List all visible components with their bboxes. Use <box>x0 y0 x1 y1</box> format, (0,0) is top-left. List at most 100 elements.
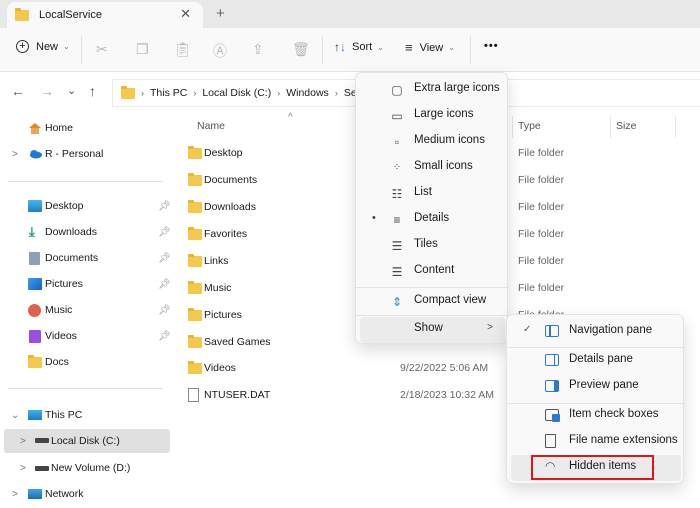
sidebar-item-home[interactable]: Home <box>0 116 172 140</box>
file-name: Links <box>204 255 229 267</box>
file-name: NTUSER.DAT <box>204 389 271 401</box>
menu-separator <box>356 287 509 288</box>
column-divider[interactable] <box>610 116 611 138</box>
pin-icon[interactable]: 📌︎ <box>158 305 171 316</box>
pin-icon[interactable]: 📌︎ <box>158 201 171 212</box>
pin-icon[interactable]: 📌︎ <box>158 279 171 290</box>
menu-item-compact-view[interactable]: ⇕ Compact view <box>360 289 505 315</box>
back-button[interactable]: ← <box>11 84 25 98</box>
breadcrumb-windows[interactable]: Windows <box>286 87 329 99</box>
tab-localservice[interactable]: LocalService ✕ <box>7 2 203 28</box>
recent-locations-button[interactable]: ⌄ <box>67 84 76 98</box>
file-name: Favorites <box>204 228 248 240</box>
pin-icon[interactable]: 📌︎ <box>158 253 171 264</box>
cut-icon[interactable]: ✂ <box>96 41 108 58</box>
new-tab-button[interactable]: + <box>216 6 225 21</box>
up-button[interactable]: ↑ <box>89 84 96 98</box>
menu-item-medium-icons[interactable]: ▫ Medium icons <box>360 129 505 155</box>
view-menu: ▢ Extra large icons ▭ Large icons ▫ Medi… <box>355 72 509 344</box>
sidebar-label: Documents <box>45 252 99 264</box>
close-tab-icon[interactable]: ✕ <box>180 7 191 21</box>
folder-icon <box>188 173 202 186</box>
new-button[interactable]: + New ⌄ <box>16 40 70 53</box>
column-divider[interactable] <box>512 116 513 138</box>
menu-item-show[interactable]: Show > <box>360 317 505 343</box>
menu-item-label: List <box>414 186 432 198</box>
sidebar-item-pictures[interactable]: Pictures 📌︎ <box>0 272 172 296</box>
breadcrumb-this-pc[interactable]: This PC <box>150 87 187 99</box>
selected-bullet-icon: • <box>372 212 376 224</box>
sidebar-item-docs[interactable]: Docs <box>0 350 172 374</box>
chevron-right-icon: › <box>334 88 338 98</box>
sidebar-item-this-pc[interactable]: ⌄ This PC <box>0 403 172 427</box>
chevron-right-icon[interactable]: > <box>20 436 26 447</box>
menu-item-label: Preview pane <box>569 379 639 391</box>
column-header-type[interactable]: Type <box>518 120 541 132</box>
sidebar-item-documents[interactable]: Documents 📌︎ <box>0 246 172 270</box>
menu-item-details[interactable]: • ≡ Details <box>360 207 505 233</box>
file-name: Pictures <box>204 309 242 321</box>
menu-item-large-icons[interactable]: ▭ Large icons <box>360 103 505 129</box>
sort-ascending-icon: ^ <box>288 112 293 123</box>
checkmark-icon: ✓ <box>523 324 532 335</box>
file-type: File folder <box>518 255 565 267</box>
file-name-extensions-icon <box>545 434 556 448</box>
menu-item-navigation-pane[interactable]: ✓ Navigation pane <box>511 319 681 345</box>
sidebar-item-videos[interactable]: Videos 📌︎ <box>0 324 172 348</box>
chevron-right-icon: › <box>277 88 281 98</box>
copy-icon[interactable]: ❐ <box>136 41 149 58</box>
menu-item-extra-large-icons[interactable]: ▢ Extra large icons <box>360 77 505 103</box>
breadcrumb-local-disk[interactable]: Local Disk (C:) <box>202 87 271 99</box>
sidebar-item-downloads[interactable]: ⤓ Downloads 📌︎ <box>0 220 172 244</box>
file-type: File folder <box>518 228 565 240</box>
delete-icon[interactable]: 🗑︎ <box>292 41 310 58</box>
more-options-button[interactable]: ••• <box>484 40 499 52</box>
menu-item-preview-pane[interactable]: Preview pane <box>511 374 681 400</box>
divider <box>322 36 323 64</box>
menu-item-label: File name extensions <box>569 434 678 446</box>
chevron-down-icon: ⌄ <box>448 43 455 52</box>
menu-item-tiles[interactable]: ☰ Tiles <box>360 233 505 259</box>
folder-icon <box>15 7 29 21</box>
menu-item-small-icons[interactable]: ⁘ Small icons <box>360 155 505 181</box>
sidebar-item-music[interactable]: Music 📌︎ <box>0 298 172 322</box>
column-header-size[interactable]: Size <box>616 120 636 132</box>
folder-icon <box>28 355 42 369</box>
menu-separator <box>356 315 509 316</box>
view-button[interactable]: ≡ View ⌄ <box>405 40 455 55</box>
sidebar-label: Pictures <box>45 278 83 290</box>
chevron-right-icon[interactable]: > <box>20 463 26 474</box>
navigation-pane-icon <box>545 325 559 337</box>
column-divider[interactable] <box>675 116 676 138</box>
sidebar-item-network[interactable]: > Network <box>0 482 172 506</box>
menu-item-item-check-boxes[interactable]: Item check boxes <box>511 403 681 429</box>
paste-icon[interactable]: 📋︎ <box>174 41 192 58</box>
folder-icon <box>188 227 202 240</box>
sidebar-label: New Volume (D:) <box>51 462 131 474</box>
menu-item-details-pane[interactable]: Details pane <box>511 348 681 374</box>
documents-icon <box>29 251 40 265</box>
chevron-down-icon[interactable]: ⌄ <box>11 410 19 421</box>
menu-item-label: Small icons <box>414 160 473 172</box>
chevron-right-icon[interactable]: > <box>12 149 18 160</box>
column-header-name[interactable]: Name <box>197 120 225 132</box>
chevron-right-icon[interactable]: > <box>12 489 18 500</box>
chevron-down-icon: ⌄ <box>377 42 384 52</box>
sidebar-item-local-disk-c[interactable]: > Local Disk (C:) <box>4 429 170 453</box>
sidebar-item-r-personal[interactable]: > R - Personal <box>0 142 172 166</box>
share-icon[interactable]: ⇪ <box>252 41 264 58</box>
file-name: Desktop <box>204 147 243 159</box>
this-pc-icon <box>28 410 42 420</box>
sort-button[interactable]: ↑↓ Sort ⌄ <box>334 40 384 54</box>
pin-icon[interactable]: 📌︎ <box>158 331 171 342</box>
sidebar-item-new-volume-d[interactable]: > New Volume (D:) <box>0 456 172 480</box>
chevron-right-icon: › <box>193 88 197 98</box>
forward-button[interactable]: → <box>40 84 54 98</box>
pin-icon[interactable]: 📌︎ <box>158 227 171 238</box>
menu-item-file-name-extensions[interactable]: File name extensions <box>511 429 681 455</box>
menu-item-list[interactable]: ☷ List <box>360 181 505 207</box>
sidebar-item-desktop[interactable]: Desktop 📌︎ <box>0 194 172 218</box>
rename-icon[interactable]: Ⓐ <box>213 41 227 61</box>
new-label: New <box>36 40 59 53</box>
menu-item-content[interactable]: ☰ Content <box>360 259 505 285</box>
